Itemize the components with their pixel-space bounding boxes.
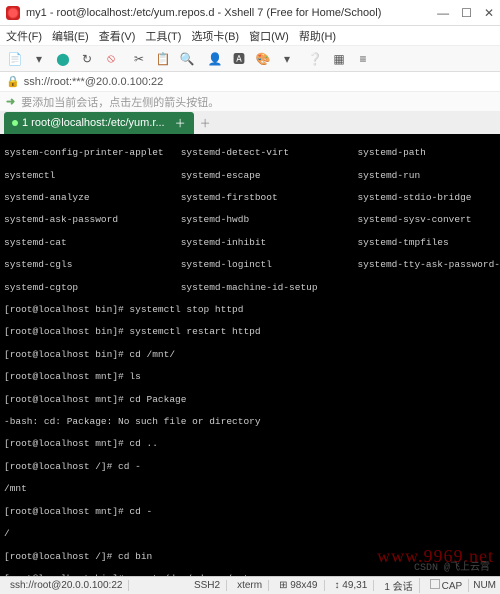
term-line: systemd-cgtop systemd-machine-id-setup <box>4 282 318 293</box>
status-sessions: 1 会话 <box>378 578 419 593</box>
more-icon[interactable]: ▾ <box>278 50 296 68</box>
status-num: NUM <box>473 580 496 591</box>
term-line: / <box>4 528 10 539</box>
color-icon[interactable]: 🎨 <box>254 50 272 68</box>
menu-edit[interactable]: 编辑(E) <box>52 28 89 44</box>
term-line: systemd-analyze systemd-firstboot system… <box>4 192 471 203</box>
title-bar: my1 - root@localhost:/etc/yum.repos.d - … <box>0 0 500 26</box>
menu-tabs[interactable]: 选项卡(B) <box>191 28 239 44</box>
term-line: systemd-cgls systemd-loginctl systemd-tt… <box>4 259 500 270</box>
term-line: [root@localhost mnt]# ls <box>4 371 141 382</box>
watermark: www.9969.net <box>377 551 494 562</box>
hint-bar: ➜ 要添加当前会话，点击左侧的箭头按钮。 <box>0 92 500 112</box>
status-pos: 49,31 <box>342 580 367 591</box>
status-connection: ssh://root@20.0.0.100:22 <box>4 580 129 591</box>
add-session-icon[interactable]: ➜ <box>6 95 15 108</box>
copy-icon[interactable]: ✂ <box>130 50 148 68</box>
term-line: system-config-printer-applet systemd-det… <box>4 147 426 158</box>
hint-text: 要添加当前会话，点击左侧的箭头按钮。 <box>21 94 219 110</box>
term-line: systemctl systemd-escape systemd-run <box>4 170 420 181</box>
disconnect-icon[interactable]: ⦸ <box>102 50 120 68</box>
window-controls: — ☐ ✕ <box>437 6 494 20</box>
term-line: -bash: cd: Package: No such file or dire… <box>4 416 261 427</box>
tab-menu-icon[interactable]: ＋ <box>175 115 186 131</box>
status-bar: ssh://root@20.0.0.100:22 SSH2 xterm ⊞ 98… <box>0 576 500 594</box>
term-line: /mnt <box>4 483 27 494</box>
address-bar: 🔒 ssh://root:***@20.0.0.100:22 <box>0 72 500 92</box>
maximize-button[interactable]: ☐ <box>461 6 472 20</box>
term-line: [root@localhost mnt]# cd .. <box>4 438 158 449</box>
tab-label: 1 root@localhost:/etc/yum.r... <box>22 117 165 129</box>
close-button[interactable]: ✕ <box>484 6 494 20</box>
term-line: systemd-ask-password systemd-hwdb system… <box>4 214 471 225</box>
connect-icon[interactable]: ⬤ <box>54 50 72 68</box>
menu-bar: 文件(F) 编辑(E) 查看(V) 工具(T) 选项卡(B) 窗口(W) 帮助(… <box>0 26 500 46</box>
find-icon[interactable]: 🔍 <box>178 50 196 68</box>
panel-icon[interactable]: ▦ <box>330 50 348 68</box>
log-icon[interactable]: ≡ <box>354 50 372 68</box>
term-line: [root@localhost bin]# systemctl stop htt… <box>4 304 243 315</box>
term-line: [root@localhost /]# cd bin <box>4 551 152 562</box>
cursor-pos-icon: ↕ <box>335 580 340 591</box>
address-text[interactable]: ssh://root:***@20.0.0.100:22 <box>24 76 164 88</box>
app-icon <box>6 6 20 20</box>
watermark-secondary: CSDN @飞上云霄 <box>414 563 490 574</box>
menu-window[interactable]: 窗口(W) <box>249 28 289 44</box>
menu-file[interactable]: 文件(F) <box>6 28 42 44</box>
tab-status-icon <box>12 120 18 126</box>
help-icon[interactable]: ❔ <box>306 50 324 68</box>
tab-add-button[interactable]: ＋ <box>194 115 217 131</box>
terminal-output[interactable]: system-config-printer-applet systemd-det… <box>0 134 500 576</box>
term-line: [root@localhost mnt]# cd - <box>4 506 152 517</box>
status-term-type: xterm <box>231 580 269 591</box>
menu-tools[interactable]: 工具(T) <box>145 28 181 44</box>
open-icon[interactable]: ▾ <box>30 50 48 68</box>
window-title: my1 - root@localhost:/etc/yum.repos.d - … <box>26 7 437 19</box>
minimize-button[interactable]: — <box>437 6 449 20</box>
new-session-icon[interactable]: 📄 <box>6 50 24 68</box>
toolbar: 📄 ▾ ⬤ ↻ ⦸ ✂ 📋 🔍 👤 🅰 🎨 ▾ ❔ ▦ ≡ <box>0 46 500 72</box>
properties-icon[interactable]: 👤 <box>206 50 224 68</box>
term-line: [root@localhost /]# cd - <box>4 461 141 472</box>
term-line: [root@localhost bin]# mount /dev/cdron /… <box>4 573 249 576</box>
term-line: [root@localhost bin]# systemctl restart … <box>4 326 261 337</box>
grid-icon: ⊞ <box>279 580 287 591</box>
session-tab[interactable]: 1 root@localhost:/etc/yum.r... ＋ <box>4 112 194 134</box>
caps-icon <box>430 579 440 589</box>
paste-icon[interactable]: 📋 <box>154 50 172 68</box>
reconnect-icon[interactable]: ↻ <box>78 50 96 68</box>
term-line: systemd-cat systemd-inhibit systemd-tmpf… <box>4 237 449 248</box>
status-protocol: SSH2 <box>188 580 227 591</box>
lock-icon: 🔒 <box>6 75 20 88</box>
font-icon[interactable]: 🅰 <box>230 50 248 68</box>
status-cap: CAP <box>442 581 463 592</box>
term-line: [root@localhost mnt]# cd Package <box>4 394 186 405</box>
menu-help[interactable]: 帮助(H) <box>299 28 336 44</box>
menu-view[interactable]: 查看(V) <box>99 28 136 44</box>
term-line: [root@localhost bin]# cd /mnt/ <box>4 349 175 360</box>
tab-bar: 1 root@localhost:/etc/yum.r... ＋ ＋ <box>0 112 500 134</box>
status-size: 98x49 <box>290 580 317 591</box>
